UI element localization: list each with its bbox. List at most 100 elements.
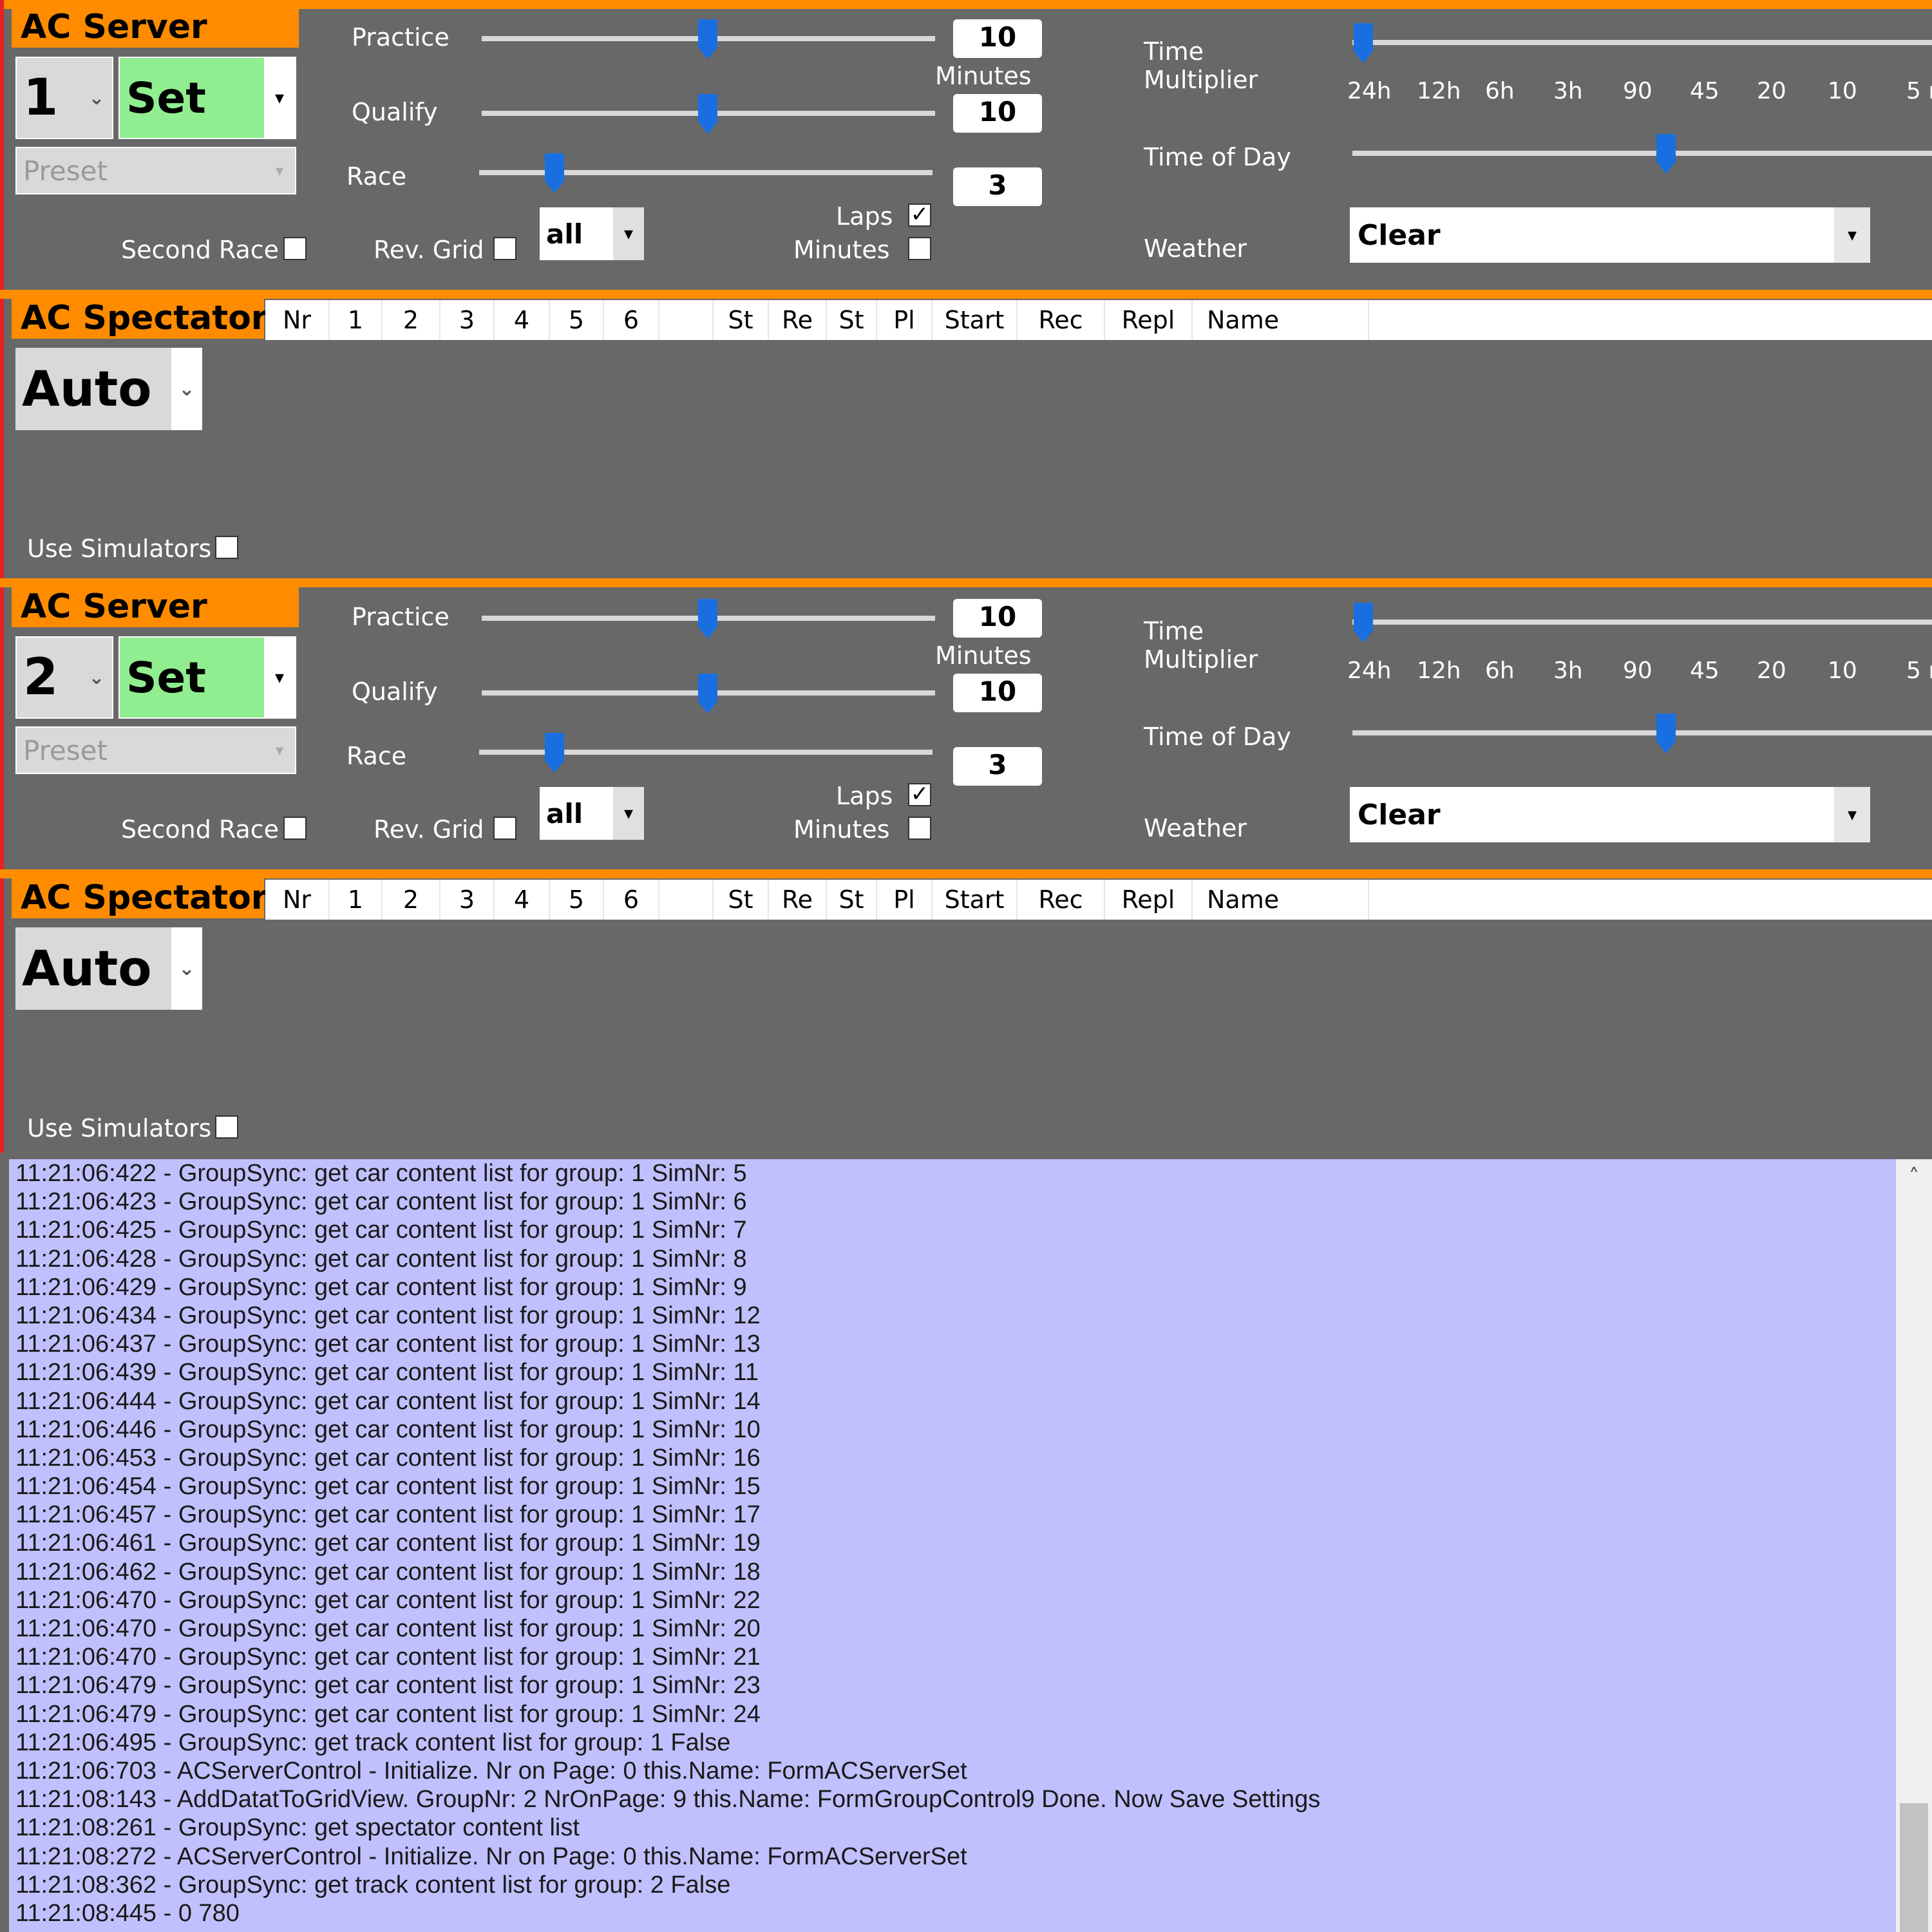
column-header[interactable]: 2 bbox=[383, 300, 440, 340]
weather-select[interactable]: Clear ▾ bbox=[1350, 787, 1870, 842]
minutes-checkbox[interactable] bbox=[908, 237, 931, 260]
column-header[interactable]: 5 bbox=[550, 880, 604, 920]
column-header[interactable]: 1 bbox=[330, 880, 383, 920]
practice-value[interactable]: 10 bbox=[953, 599, 1042, 638]
preset-select[interactable]: Preset ▾ bbox=[15, 726, 296, 774]
time-of-day-slider-thumb[interactable] bbox=[1656, 714, 1676, 753]
column-header[interactable]: 6 bbox=[604, 300, 659, 340]
qualify-slider-thumb[interactable] bbox=[698, 674, 717, 714]
column-header[interactable]: 1 bbox=[330, 300, 383, 340]
column-header[interactable]: 3 bbox=[440, 300, 495, 340]
column-header[interactable]: Rec bbox=[1018, 300, 1105, 340]
race-value[interactable]: 3 bbox=[953, 747, 1042, 786]
time-multiplier-slider-track[interactable] bbox=[1352, 620, 1932, 625]
weather-value: Clear bbox=[1358, 798, 1441, 831]
tick-label: 12h bbox=[1417, 658, 1461, 684]
spectator-mode-select[interactable]: Auto ⌄ bbox=[15, 348, 202, 430]
time-multiplier-slider-track[interactable] bbox=[1352, 40, 1932, 45]
grid-select[interactable]: all ▾ bbox=[540, 787, 644, 840]
set-value: Set bbox=[126, 652, 206, 703]
scroll-up-icon[interactable]: ˄ bbox=[1896, 1159, 1932, 1195]
laps-label: Laps bbox=[836, 202, 893, 231]
column-header[interactable]: Start bbox=[933, 300, 1018, 340]
panel-title: AC Server bbox=[12, 587, 299, 627]
qualify-value[interactable]: 10 bbox=[953, 674, 1042, 712]
column-header[interactable]: Pl bbox=[877, 300, 933, 340]
practice-slider-thumb[interactable] bbox=[698, 599, 717, 639]
preset-select[interactable]: Preset ▾ bbox=[15, 147, 296, 194]
column-header[interactable]: St bbox=[714, 880, 769, 920]
practice-slider-thumb[interactable] bbox=[698, 19, 717, 59]
log-output[interactable]: 11:21:06:422 - GroupSync: get car conten… bbox=[9, 1159, 1896, 1932]
column-header[interactable]: Name bbox=[1193, 880, 1369, 920]
column-header[interactable]: St bbox=[714, 300, 769, 340]
spectator-mode-value: Auto bbox=[15, 927, 171, 1010]
log-line: 11:21:06:470 - GroupSync: get car conten… bbox=[15, 1586, 761, 1614]
grid-select[interactable]: all ▾ bbox=[540, 207, 644, 260]
column-header[interactable]: 5 bbox=[550, 300, 604, 340]
column-header[interactable]: Re bbox=[769, 880, 827, 920]
tick-label: 24h bbox=[1347, 658, 1392, 684]
rev-grid-checkbox[interactable] bbox=[493, 817, 516, 840]
use-simulators-checkbox[interactable] bbox=[215, 536, 238, 559]
scrollbar-thumb[interactable] bbox=[1900, 1803, 1928, 1932]
column-header[interactable]: 3 bbox=[440, 880, 495, 920]
log-line: 11:21:06:462 - GroupSync: get car conten… bbox=[15, 1558, 761, 1586]
column-header[interactable]: Start bbox=[933, 880, 1018, 920]
tick-label: 45 bbox=[1690, 658, 1719, 684]
log-line: 11:21:06:454 - GroupSync: get car conten… bbox=[15, 1473, 761, 1501]
weather-label: Weather bbox=[1144, 814, 1247, 842]
column-header[interactable]: 6 bbox=[604, 880, 659, 920]
qualify-slider-thumb[interactable] bbox=[698, 94, 717, 134]
time-multiplier-slider-thumb[interactable] bbox=[1354, 603, 1373, 643]
column-header[interactable]: 2 bbox=[383, 880, 440, 920]
practice-value[interactable]: 10 bbox=[953, 19, 1042, 58]
column-header[interactable] bbox=[659, 880, 714, 920]
tick-label: 24h bbox=[1347, 78, 1392, 104]
use-simulators-label: Use Simulators bbox=[27, 1114, 212, 1142]
column-header[interactable]: Re bbox=[769, 300, 827, 340]
column-header[interactable]: Name bbox=[1193, 300, 1369, 340]
rev-grid-checkbox[interactable] bbox=[493, 237, 516, 260]
column-header[interactable]: St bbox=[827, 300, 877, 340]
tick-label: 5 r bbox=[1906, 658, 1932, 684]
server-number-select[interactable]: 2 ⌄ bbox=[15, 636, 113, 719]
column-header[interactable]: Repl bbox=[1105, 300, 1193, 340]
log-scrollbar[interactable]: ˄ bbox=[1896, 1159, 1932, 1932]
laps-checkbox[interactable]: ✓ bbox=[908, 204, 931, 227]
column-header[interactable]: St bbox=[827, 880, 877, 920]
column-header[interactable] bbox=[659, 300, 714, 340]
column-header[interactable]: Pl bbox=[877, 880, 933, 920]
dropdown-arrow-icon: ▾ bbox=[613, 207, 644, 260]
race-slider-thumb[interactable] bbox=[545, 733, 564, 773]
column-header[interactable]: Nr bbox=[265, 880, 330, 920]
use-simulators-checkbox[interactable] bbox=[215, 1115, 238, 1139]
race-slider-thumb[interactable] bbox=[545, 153, 564, 193]
qualify-value[interactable]: 10 bbox=[953, 94, 1042, 133]
time-of-day-slider-thumb[interactable] bbox=[1656, 134, 1676, 174]
column-header[interactable]: 4 bbox=[495, 300, 550, 340]
column-header[interactable]: Nr bbox=[265, 300, 330, 340]
time-multiplier-slider-thumb[interactable] bbox=[1354, 23, 1373, 63]
second-race-checkbox[interactable] bbox=[283, 817, 307, 840]
set-select[interactable]: Set ▾ bbox=[118, 57, 296, 139]
time-of-day-slider-track[interactable] bbox=[1352, 151, 1932, 156]
server-number-select[interactable]: 1 ⌄ bbox=[15, 57, 113, 139]
weather-select[interactable]: Clear ▾ bbox=[1350, 207, 1870, 263]
column-header[interactable]: Repl bbox=[1105, 880, 1193, 920]
second-race-checkbox[interactable] bbox=[283, 237, 307, 260]
practice-label: Practice bbox=[352, 23, 450, 52]
time-of-day-label: Time of Day bbox=[1144, 143, 1291, 171]
grid-select-value: all bbox=[546, 218, 583, 250]
race-value[interactable]: 3 bbox=[953, 167, 1042, 206]
preset-placeholder: Preset bbox=[23, 155, 108, 187]
rev-grid-label: Rev. Grid bbox=[374, 815, 484, 844]
column-header[interactable]: Rec bbox=[1018, 880, 1105, 920]
panel-rule bbox=[0, 290, 1932, 299]
time-of-day-slider-track[interactable] bbox=[1352, 730, 1932, 735]
laps-checkbox[interactable]: ✓ bbox=[908, 783, 931, 806]
column-header[interactable]: 4 bbox=[495, 880, 550, 920]
minutes-checkbox[interactable] bbox=[908, 817, 931, 840]
set-select[interactable]: Set ▾ bbox=[118, 636, 296, 719]
spectator-mode-select[interactable]: Auto ⌄ bbox=[15, 927, 202, 1010]
